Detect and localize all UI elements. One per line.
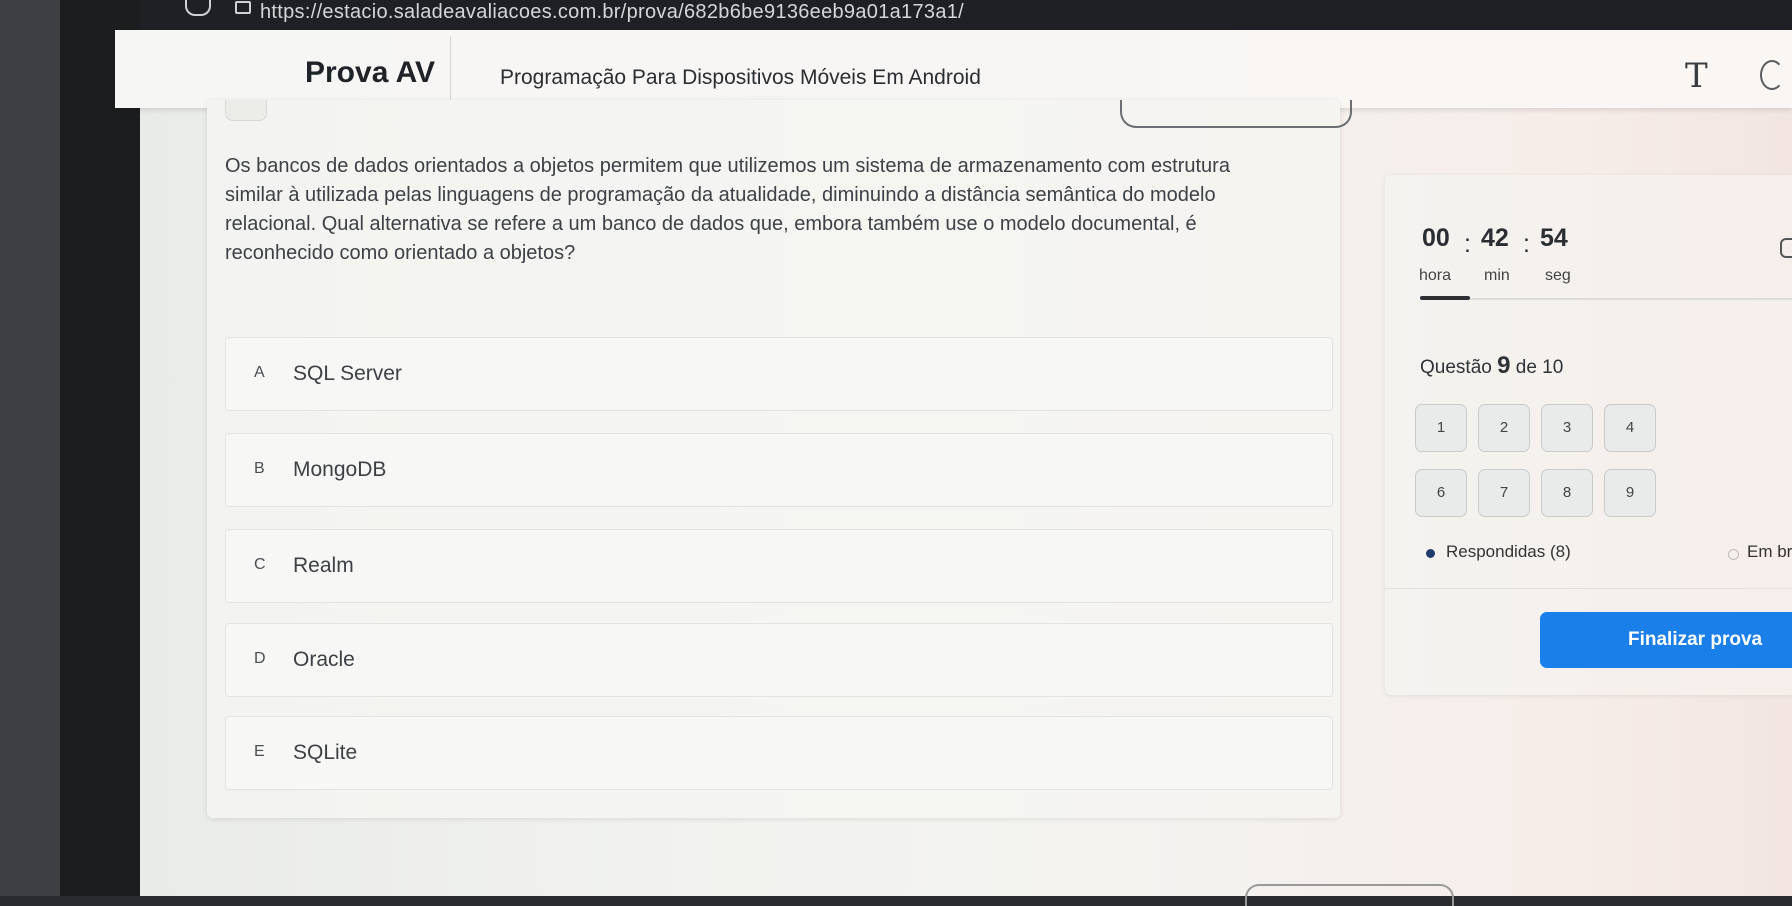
monitor-bezel bbox=[0, 0, 60, 896]
other-legend-label: Em br bbox=[1747, 542, 1792, 561]
timer-seconds-label: seg bbox=[1545, 267, 1571, 284]
timer-minutes: 42 bbox=[1481, 224, 1509, 252]
question-counter-prefix: Questão bbox=[1420, 357, 1492, 378]
answered-legend-label: Respondidas (8) bbox=[1446, 542, 1571, 561]
exam-subject: Programação Para Dispositivos Móveis Em … bbox=[500, 66, 981, 89]
browser-address-bar[interactable]: https://estacio.saladeavaliacoes.com.br/… bbox=[140, 0, 1792, 30]
question-nav-button[interactable]: 1 bbox=[1415, 404, 1467, 452]
option-letter: E bbox=[254, 743, 265, 760]
current-question-number: 9 bbox=[1497, 352, 1511, 379]
finish-exam-label: Finalizar prova bbox=[1628, 629, 1763, 650]
option-letter: C bbox=[254, 556, 266, 573]
timer-hours-label: hora bbox=[1419, 267, 1452, 284]
option-c[interactable]: C Realm bbox=[225, 529, 1333, 603]
question-text: Os bancos de dados orientados a objetos … bbox=[225, 155, 1230, 264]
reload-icon[interactable] bbox=[185, 0, 211, 16]
option-letter: B bbox=[254, 460, 265, 477]
option-label: SQLite bbox=[293, 741, 358, 764]
question-number-tab bbox=[225, 100, 267, 121]
option-a[interactable]: A SQL Server bbox=[225, 337, 1333, 411]
timer-separator: : bbox=[1464, 230, 1471, 258]
question-counter: Questão 9 de 10 bbox=[1420, 352, 1563, 380]
timer-progress-track bbox=[1420, 298, 1792, 300]
timer-seconds: 54 bbox=[1540, 224, 1568, 252]
sidebar-divider bbox=[1385, 588, 1792, 589]
question-nav-button[interactable]: 4 bbox=[1604, 404, 1656, 452]
question-nav-button[interactable]: 9 bbox=[1604, 469, 1656, 517]
question-nav-button[interactable]: 8 bbox=[1541, 469, 1593, 517]
option-label: Oracle bbox=[293, 648, 355, 671]
page-info-icon[interactable] bbox=[235, 1, 251, 14]
option-letter: D bbox=[254, 650, 266, 667]
other-legend-dot bbox=[1728, 549, 1739, 560]
font-size-icon[interactable]: T bbox=[1685, 56, 1708, 96]
header-divider bbox=[450, 36, 451, 104]
option-letter: A bbox=[254, 364, 265, 381]
exam-title: Prova AV bbox=[305, 56, 436, 89]
question-counter-suffix: de 10 bbox=[1515, 357, 1564, 378]
question-nav-button[interactable]: 3 bbox=[1541, 404, 1593, 452]
finish-exam-button[interactable]: Finalizar prova bbox=[1540, 612, 1792, 668]
mark-for-review-button[interactable] bbox=[1120, 100, 1352, 128]
answered-legend-dot bbox=[1426, 549, 1435, 558]
monitor-bezel-inner bbox=[60, 0, 140, 896]
question-nav-button[interactable]: 2 bbox=[1478, 404, 1530, 452]
option-label: Realm bbox=[293, 554, 354, 577]
hide-timer-icon[interactable] bbox=[1780, 238, 1792, 258]
contrast-icon[interactable] bbox=[1760, 60, 1784, 90]
timer-progress-fill bbox=[1420, 296, 1470, 300]
bottom-tab bbox=[1245, 884, 1454, 906]
option-e[interactable]: E SQLite bbox=[225, 716, 1333, 790]
option-d[interactable]: D Oracle bbox=[225, 623, 1333, 697]
timer-hours: 00 bbox=[1422, 224, 1450, 252]
url-text[interactable]: https://estacio.saladeavaliacoes.com.br/… bbox=[260, 1, 964, 24]
option-label: MongoDB bbox=[293, 458, 387, 481]
question-nav-button[interactable]: 7 bbox=[1478, 469, 1530, 517]
question-nav-button[interactable]: 6 bbox=[1415, 469, 1467, 517]
timer-minutes-label: min bbox=[1484, 267, 1510, 284]
exam-header: Prova AV Programação Para Dispositivos M… bbox=[115, 30, 1792, 108]
option-b[interactable]: B MongoDB bbox=[225, 433, 1333, 507]
timer-separator: : bbox=[1523, 230, 1530, 258]
option-label: SQL Server bbox=[293, 362, 402, 385]
